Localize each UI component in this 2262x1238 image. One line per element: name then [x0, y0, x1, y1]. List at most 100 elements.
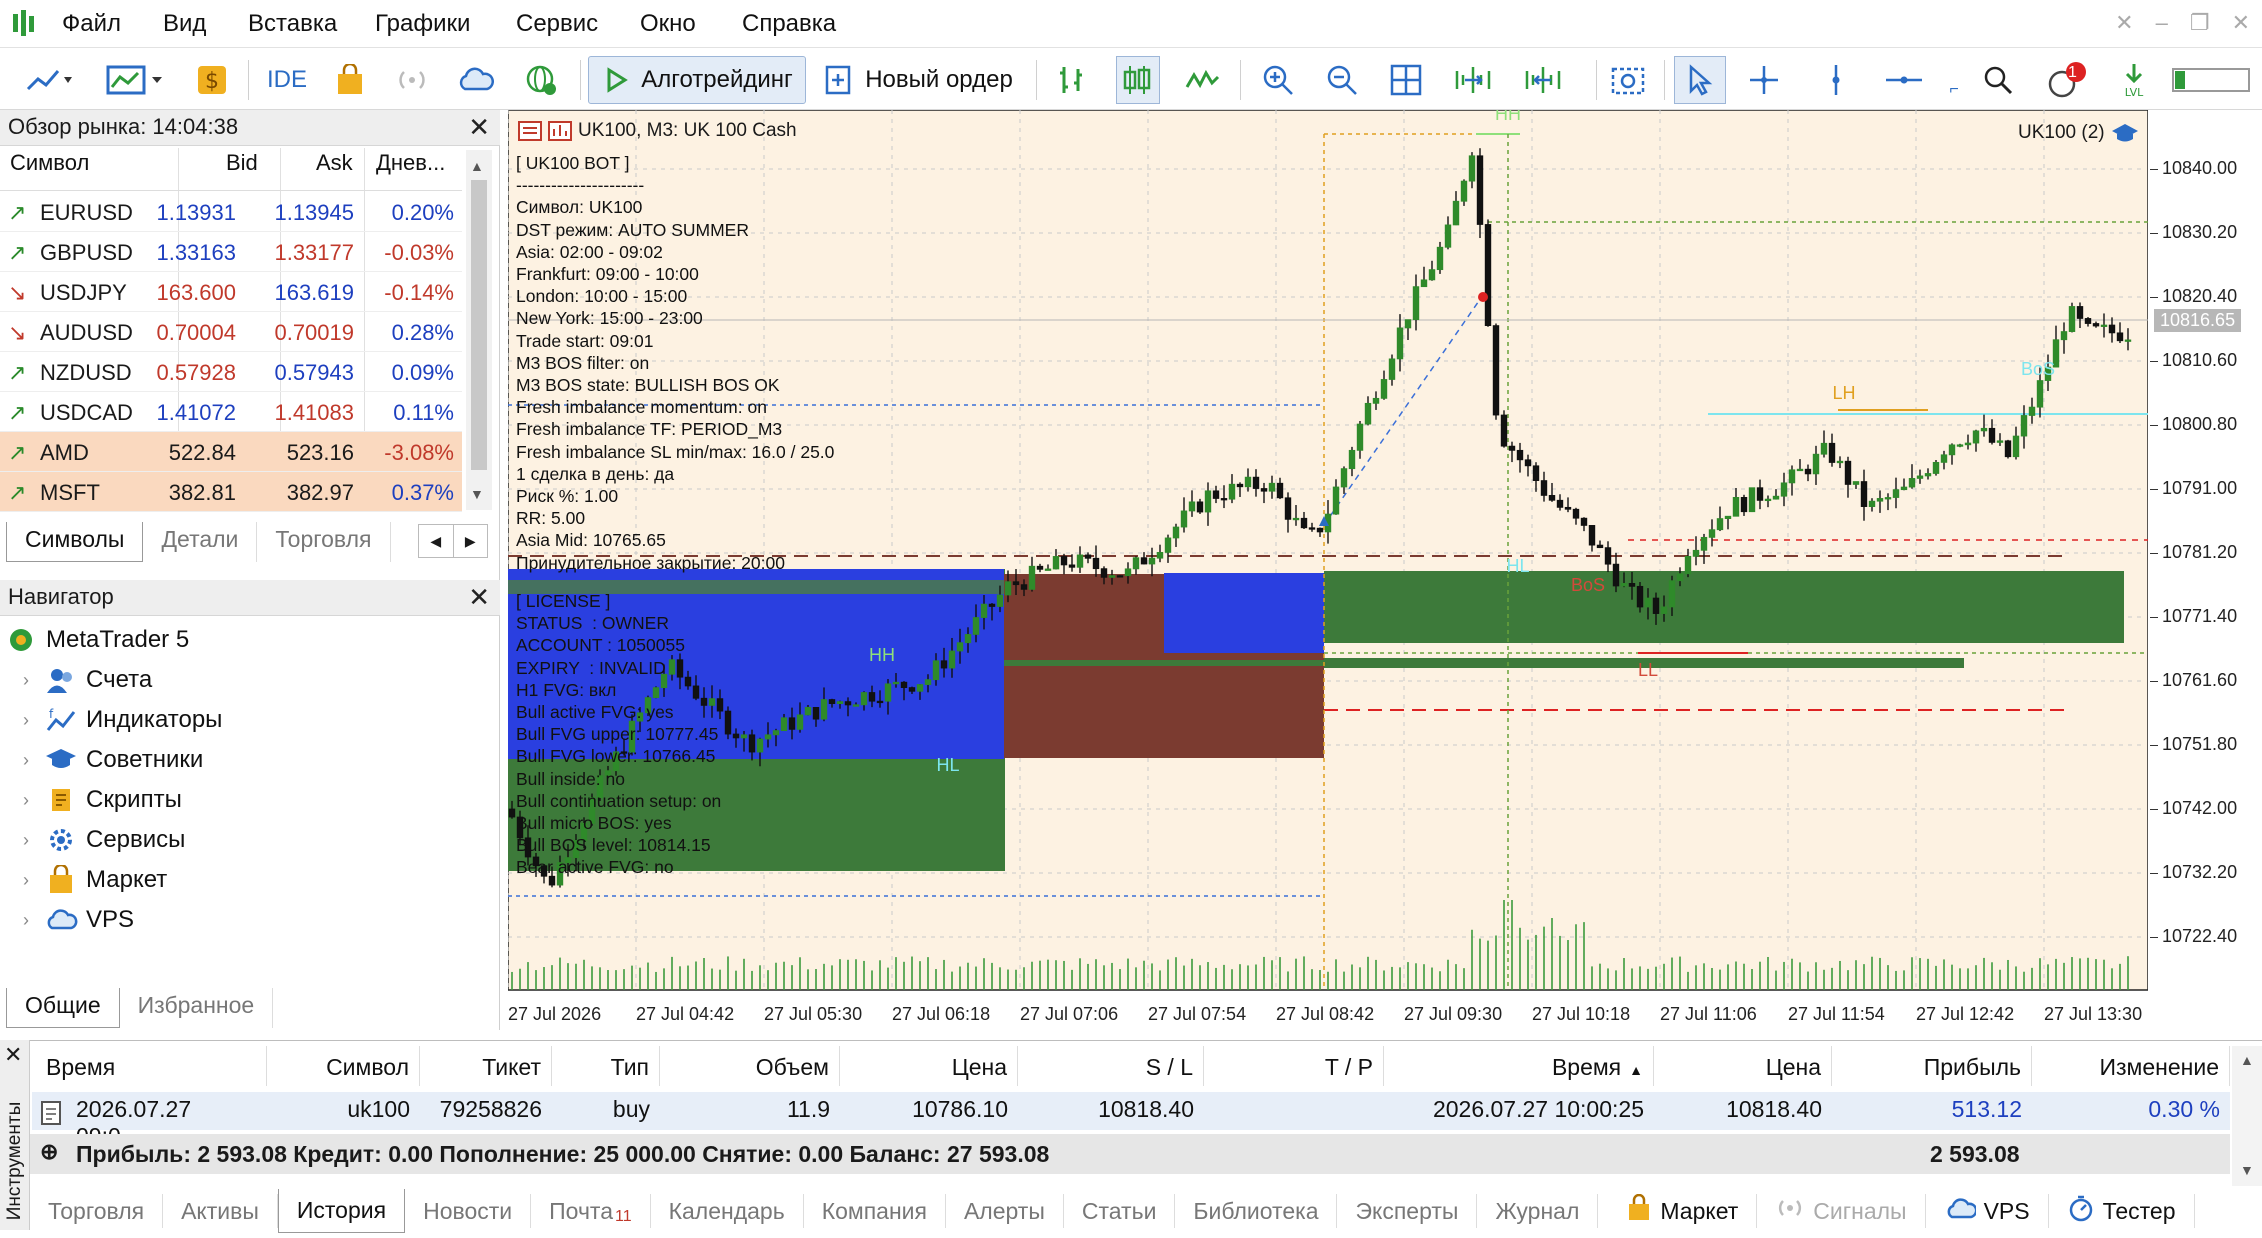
pin-icon[interactable]: ✕	[2115, 10, 2133, 36]
menu-window[interactable]: Окно	[640, 10, 696, 38]
tab-mailbox[interactable]: Почта 11	[531, 1194, 651, 1228]
chevron-right-icon[interactable]: ›	[14, 910, 38, 931]
tab-library[interactable]: Библиотека	[1175, 1194, 1338, 1228]
chevron-right-icon[interactable]: ›	[14, 710, 38, 731]
column-symbol[interactable]: Символ	[268, 1046, 420, 1086]
expert-tag[interactable]: UK100 (2)	[2018, 122, 2139, 144]
ide-button[interactable]: IDE	[262, 56, 312, 104]
time-axis[interactable]: 27 Jul 2026 27 Jul 04:42 27 Jul 05:30 27 Ju…	[508, 1000, 2148, 1030]
nav-item-scripts[interactable]: › Скрипты	[0, 780, 182, 820]
minimize-icon[interactable]: –	[2156, 10, 2168, 36]
price-axis[interactable]: 10840.00 10830.20 10820.40 10810.60 10800.80…	[2150, 110, 2250, 990]
new-order-button[interactable]: Новый ордер	[818, 56, 1018, 104]
vps-button[interactable]	[454, 56, 498, 104]
tools-more-button[interactable]: ⌐	[1944, 56, 1964, 104]
level-button[interactable]: LVL	[2112, 56, 2156, 104]
column-time[interactable]: Время	[32, 1046, 267, 1086]
scroll-left-icon[interactable]: ◀	[419, 525, 453, 557]
market-watch-row[interactable]: ↘ USDJPY 163.600 163.619 -0.14%	[0, 272, 462, 312]
menu-charts[interactable]: Графики	[375, 10, 470, 38]
column-price[interactable]: Цена	[840, 1046, 1018, 1086]
chart-menu-icon[interactable]	[518, 120, 542, 142]
vertical-line-button[interactable]	[1816, 56, 1856, 104]
column-close-time[interactable]: Время ▲	[1384, 1046, 1654, 1086]
column-ask[interactable]: Ask	[316, 150, 353, 192]
menu-file[interactable]: Файл	[62, 10, 121, 38]
menu-insert[interactable]: Вставка	[248, 10, 337, 38]
chart-window[interactable]: HH HH HL HL LH LL BoS BoS UK100, M3: UK 100 Cas…	[508, 110, 2242, 1030]
signals-button[interactable]	[390, 56, 434, 104]
nav-item-indicators[interactable]: › f Индикаторы	[0, 700, 222, 740]
restore-icon[interactable]: ❐	[2190, 10, 2210, 36]
chevron-right-icon[interactable]: ›	[14, 790, 38, 811]
tab-details[interactable]: Детали	[143, 522, 258, 562]
expert-icon[interactable]	[548, 120, 572, 142]
column-profit[interactable]: Прибыль	[1832, 1046, 2032, 1086]
tab-journal[interactable]: Журнал	[1477, 1194, 1599, 1228]
tab-company[interactable]: Компания	[804, 1194, 946, 1228]
chart-shift-button[interactable]	[1518, 56, 1568, 104]
cursor-button[interactable]	[1674, 56, 1726, 104]
column-tp[interactable]: T / P	[1204, 1046, 1384, 1086]
zoom-in-button[interactable]	[1256, 56, 1300, 104]
crosshair-button[interactable]	[1742, 56, 1786, 104]
market-watch-row[interactable]: ↗ GBPUSD 1.33163 1.33177 -0.03%	[0, 232, 462, 272]
tile-windows-button[interactable]	[1384, 56, 1428, 104]
column-volume[interactable]: Объем	[660, 1046, 840, 1086]
nav-root[interactable]: MetaTrader 5	[0, 620, 189, 660]
market-watch-row[interactable]: ↗ MSFT 382.81 382.97 0.37%	[0, 472, 462, 512]
market-watch-scrollbar[interactable]: ▲ ▼	[466, 150, 492, 510]
web-button[interactable]	[520, 56, 564, 104]
column-symbol[interactable]: Символ	[10, 150, 89, 192]
column-bid[interactable]: Bid	[226, 150, 258, 192]
tab-history[interactable]: История	[277, 1189, 406, 1233]
nav-item-accounts[interactable]: › Счета	[0, 660, 152, 700]
tab-scroller[interactable]: ◀ ▶	[418, 524, 488, 558]
tab-articles[interactable]: Статьи	[1064, 1194, 1176, 1228]
expand-icon[interactable]: ⊕	[40, 1139, 58, 1165]
dollar-button[interactable]: $	[190, 56, 234, 104]
market-watch-row[interactable]: ↗ NZDUSD 0.57928 0.57943 0.09%	[0, 352, 462, 392]
tab-symbols[interactable]: Символы	[6, 522, 144, 562]
tab-trade[interactable]: Торговля	[30, 1194, 164, 1228]
market-watch-row[interactable]: ↘ AUDUSD 0.70004 0.70019 0.28%	[0, 312, 462, 352]
column-type[interactable]: Тип	[552, 1046, 660, 1086]
chevron-right-icon[interactable]: ›	[14, 670, 38, 691]
nav-item-experts[interactable]: › Советники	[0, 740, 203, 780]
tab-signals[interactable]: Сигналы	[1757, 1194, 1926, 1228]
bar-chart-button[interactable]	[1052, 56, 1096, 104]
tab-vps[interactable]: VPS	[1926, 1194, 2049, 1228]
menu-tools[interactable]: Сервис	[516, 10, 598, 38]
menu-view[interactable]: Вид	[163, 10, 206, 38]
tab-favorites[interactable]: Избранное	[120, 988, 274, 1028]
chevron-right-icon[interactable]: ›	[14, 830, 38, 851]
zoom-out-button[interactable]	[1320, 56, 1364, 104]
tab-tester[interactable]: Тестер	[2049, 1194, 2195, 1228]
scroll-right-icon[interactable]: ▶	[452, 525, 488, 557]
column-change[interactable]: Изменение	[2032, 1046, 2230, 1086]
nav-item-services[interactable]: › Сервисы	[0, 820, 185, 860]
market-button[interactable]	[330, 56, 370, 104]
market-watch-row[interactable]: ↗ EURUSD 1.13931 1.13945 0.20%	[0, 192, 462, 232]
close-icon[interactable]: ✕	[2232, 10, 2250, 36]
search-button[interactable]	[1976, 56, 2020, 104]
tab-market[interactable]: Маркет	[1608, 1193, 1758, 1228]
algo-trading-button[interactable]: Алготрейдинг	[588, 56, 806, 104]
tab-news[interactable]: Новости	[405, 1194, 532, 1228]
tab-calendar[interactable]: Календарь	[651, 1194, 804, 1228]
close-icon[interactable]: ✕	[468, 112, 490, 143]
chart-template-dropdown[interactable]	[100, 56, 170, 104]
tab-experts[interactable]: Эксперты	[1337, 1194, 1478, 1228]
toolbox-scrollbar[interactable]: ▲ ▼	[2232, 1046, 2262, 1186]
market-watch-row[interactable]: ↗ AMD 522.84 523.16 -3.08%	[0, 432, 462, 472]
chevron-right-icon[interactable]: ›	[14, 750, 38, 771]
autoscroll-button[interactable]	[1448, 56, 1498, 104]
chevron-right-icon[interactable]: ›	[14, 870, 38, 891]
line-chart-button[interactable]	[1180, 56, 1224, 104]
tab-trading[interactable]: Торговля	[257, 522, 391, 562]
horizontal-line-button[interactable]	[1880, 56, 1928, 104]
column-sl[interactable]: S / L	[1018, 1046, 1204, 1086]
notifications-button[interactable]: 1	[2040, 56, 2092, 104]
market-watch-row[interactable]: ↗ USDCAD 1.41072 1.41083 0.11%	[0, 392, 462, 432]
tab-alerts[interactable]: Алерты	[946, 1194, 1064, 1228]
